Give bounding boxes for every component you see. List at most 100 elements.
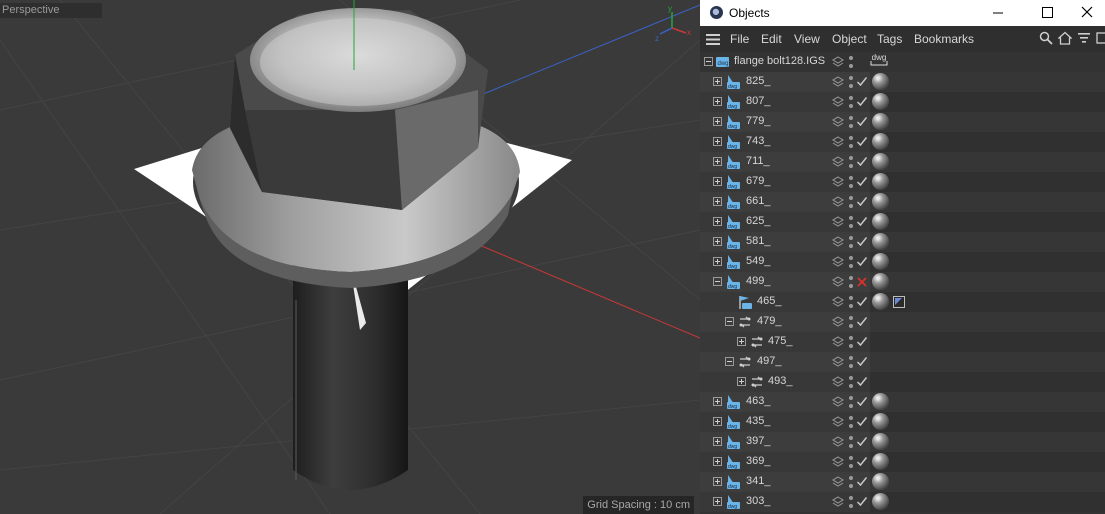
- expand-toggle[interactable]: [713, 137, 722, 146]
- layer-icon[interactable]: [832, 156, 844, 168]
- layer-icon[interactable]: [832, 236, 844, 248]
- material-tag-icon[interactable]: [872, 93, 889, 110]
- search-icon[interactable]: [1039, 31, 1053, 45]
- layer-icon[interactable]: [832, 396, 844, 408]
- object-row[interactable]: 497_: [700, 352, 1105, 372]
- material-tag-icon[interactable]: [872, 193, 889, 210]
- enabled-check-icon[interactable]: [856, 455, 868, 468]
- enabled-check-icon[interactable]: [856, 395, 868, 408]
- layer-icon[interactable]: [832, 256, 844, 268]
- expand-toggle[interactable]: [713, 497, 722, 506]
- object-row[interactable]: dwg 549_: [700, 252, 1105, 272]
- object-row[interactable]: dwg 463_: [700, 392, 1105, 412]
- menu-object[interactable]: Object: [832, 32, 867, 46]
- visibility-dots-icon[interactable]: [848, 394, 854, 410]
- object-row[interactable]: 493_: [700, 372, 1105, 392]
- object-row[interactable]: dwg 679_: [700, 172, 1105, 192]
- object-row[interactable]: dwg 341_: [700, 472, 1105, 492]
- material-tag-icon[interactable]: [872, 293, 889, 310]
- expand-toggle[interactable]: [737, 337, 746, 346]
- object-row[interactable]: dwg 303_: [700, 492, 1105, 512]
- collapse-toggle[interactable]: [725, 317, 734, 326]
- visibility-dots-icon[interactable]: [848, 294, 854, 310]
- layer-icon[interactable]: [832, 436, 844, 448]
- enabled-check-icon[interactable]: [856, 475, 868, 488]
- enabled-check-icon[interactable]: [856, 435, 868, 448]
- disabled-x-icon[interactable]: [856, 275, 868, 288]
- object-row[interactable]: dwg 743_: [700, 132, 1105, 152]
- visibility-dots-icon[interactable]: [848, 74, 854, 90]
- selection-tag-icon[interactable]: [893, 296, 905, 308]
- maximize-button[interactable]: [1029, 0, 1065, 26]
- expand-toggle[interactable]: [737, 377, 746, 386]
- layer-icon[interactable]: [832, 356, 844, 368]
- visibility-dots-icon[interactable]: [848, 174, 854, 190]
- object-row[interactable]: dwg 825_: [700, 72, 1105, 92]
- layer-icon[interactable]: [832, 316, 844, 328]
- visibility-dots-icon[interactable]: [848, 414, 854, 430]
- collapse-toggle[interactable]: [713, 277, 722, 286]
- layer-icon[interactable]: [832, 416, 844, 428]
- visibility-dots-icon[interactable]: [848, 474, 854, 490]
- material-tag-icon[interactable]: [872, 173, 889, 190]
- expand-toggle[interactable]: [713, 477, 722, 486]
- layer-icon[interactable]: [832, 336, 844, 348]
- visibility-dots-icon[interactable]: [848, 274, 854, 290]
- layer-icon[interactable]: [832, 176, 844, 188]
- enabled-check-icon[interactable]: [856, 335, 868, 348]
- collapse-toggle[interactable]: [725, 357, 734, 366]
- close-button[interactable]: [1069, 0, 1105, 26]
- visibility-dots-icon[interactable]: [848, 334, 854, 350]
- expand-toggle[interactable]: [713, 417, 722, 426]
- layer-icon[interactable]: [832, 276, 844, 288]
- menu-edit[interactable]: Edit: [761, 32, 782, 46]
- visibility-dots-icon[interactable]: [848, 134, 854, 150]
- enabled-check-icon[interactable]: [856, 315, 868, 328]
- material-tag-icon[interactable]: [872, 453, 889, 470]
- layer-icon[interactable]: [832, 136, 844, 148]
- object-row[interactable]: 475_: [700, 332, 1105, 352]
- material-tag-icon[interactable]: [872, 493, 889, 510]
- expand-toggle[interactable]: [713, 157, 722, 166]
- layer-icon[interactable]: [832, 116, 844, 128]
- visibility-dots-icon[interactable]: [848, 234, 854, 250]
- enabled-check-icon[interactable]: [856, 255, 868, 268]
- visibility-dots-icon[interactable]: [848, 314, 854, 330]
- enabled-check-icon[interactable]: [856, 415, 868, 428]
- perspective-viewport[interactable]: y x z Perspective Grid Spacing : 10 cm: [0, 0, 700, 514]
- expand-toggle[interactable]: [713, 177, 722, 186]
- viewport-label[interactable]: Perspective: [0, 3, 102, 18]
- home-icon[interactable]: [1058, 31, 1072, 45]
- layer-icon[interactable]: [832, 96, 844, 108]
- layer-icon[interactable]: [832, 476, 844, 488]
- enabled-check-icon[interactable]: [856, 175, 868, 188]
- collapse-toggle[interactable]: [704, 57, 713, 66]
- layer-icon[interactable]: [832, 76, 844, 88]
- object-row[interactable]: dwg 581_: [700, 232, 1105, 252]
- material-tag-icon[interactable]: [872, 433, 889, 450]
- visibility-dots-icon[interactable]: [848, 374, 854, 390]
- expand-toggle[interactable]: [713, 437, 722, 446]
- visibility-dots-icon[interactable]: [848, 454, 854, 470]
- layer-icon[interactable]: [832, 496, 844, 508]
- material-tag-icon[interactable]: [872, 273, 889, 290]
- enabled-check-icon[interactable]: [856, 75, 868, 88]
- object-row[interactable]: 465_: [700, 292, 1105, 312]
- expand-toggle[interactable]: [713, 237, 722, 246]
- layer-icon[interactable]: [832, 196, 844, 208]
- enabled-check-icon[interactable]: [856, 95, 868, 108]
- visibility-dots-icon[interactable]: [848, 194, 854, 210]
- material-tag-icon[interactable]: [872, 233, 889, 250]
- layer-icon[interactable]: [832, 296, 844, 308]
- material-tag-icon[interactable]: [872, 153, 889, 170]
- object-row[interactable]: dwg 807_: [700, 92, 1105, 112]
- visibility-dots-icon[interactable]: [848, 434, 854, 450]
- object-row[interactable]: dwg 397_: [700, 432, 1105, 452]
- expand-toggle[interactable]: [713, 197, 722, 206]
- object-row[interactable]: dwg 779_: [700, 112, 1105, 132]
- expand-toggle[interactable]: [713, 77, 722, 86]
- expand-toggle[interactable]: [713, 117, 722, 126]
- root-object-row[interactable]: dwg flange bolt128.IGS dwg: [700, 52, 1105, 72]
- filter-icon[interactable]: [1077, 31, 1091, 45]
- layer-icon[interactable]: [832, 56, 844, 68]
